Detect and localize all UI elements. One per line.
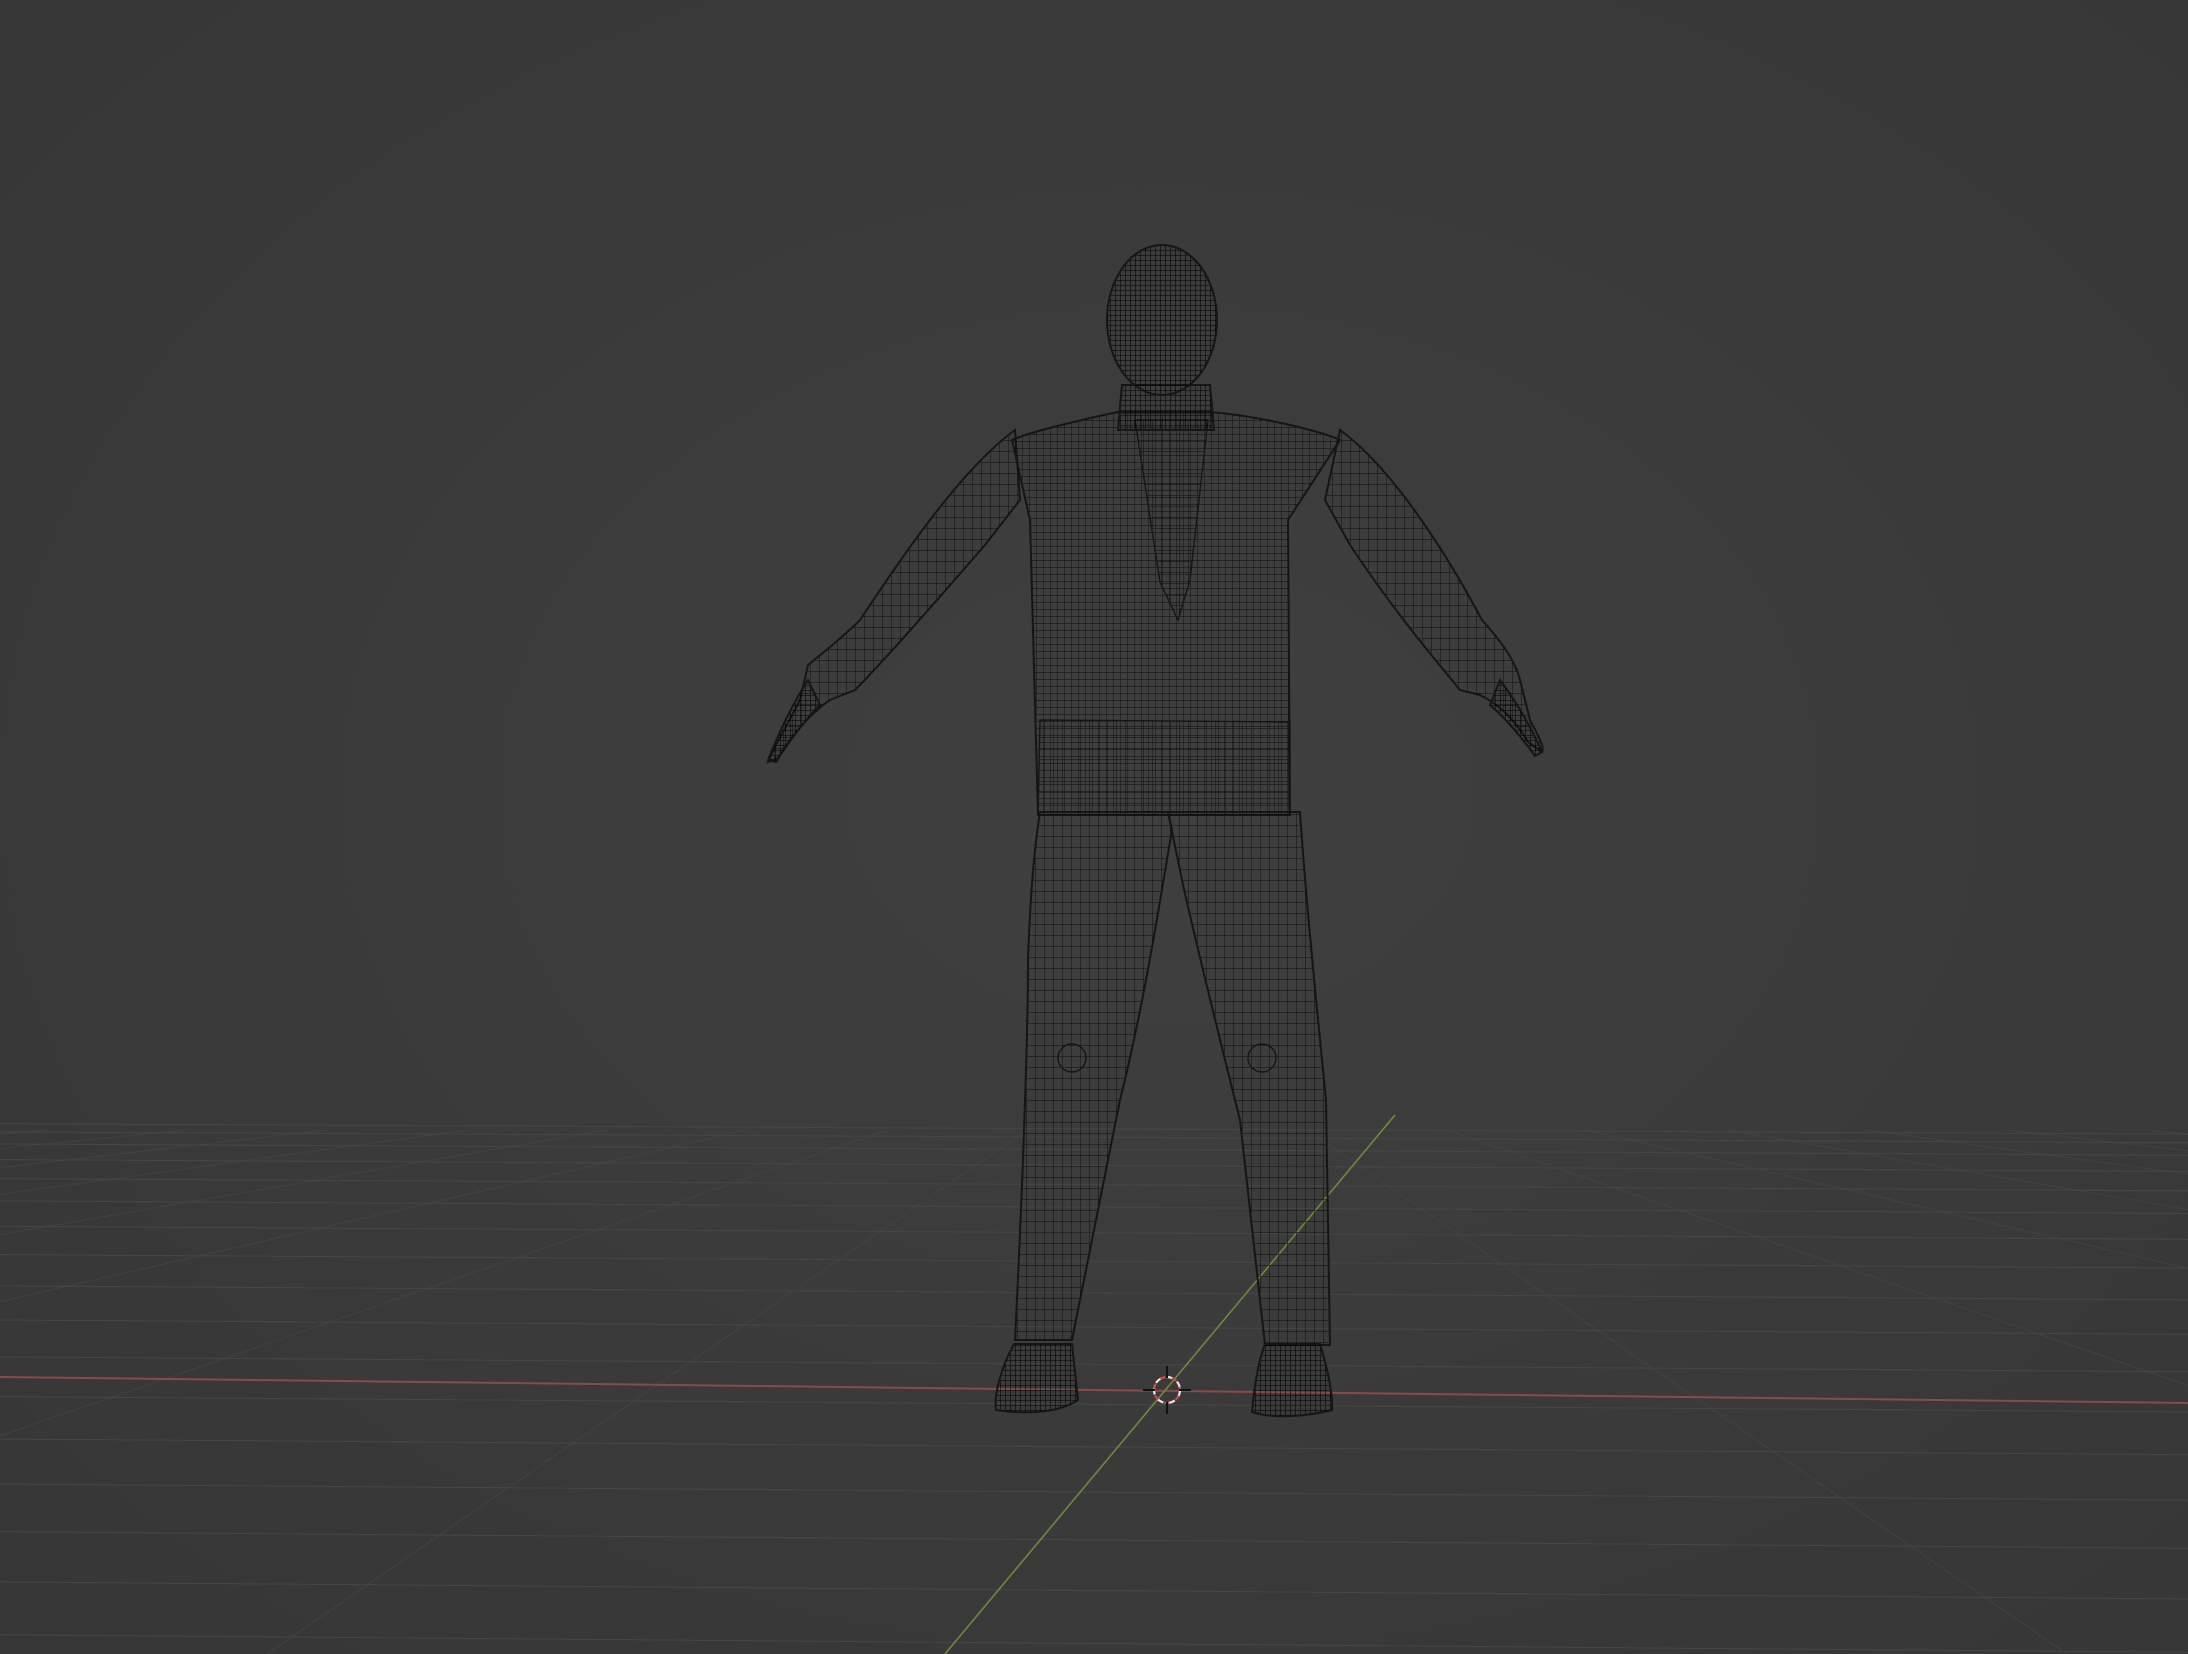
- grid-line: [1306, 1129, 2068, 1654]
- grid-line: [0, 1581, 2188, 1600]
- grid-line: [0, 1356, 2188, 1373]
- grid-line: [0, 1438, 2188, 1456]
- grid-line: [0, 1254, 2188, 1269]
- grid-line: [1446, 1129, 2188, 1386]
- grid-line: [1586, 1129, 2188, 1269]
- right-shoe: [1250, 1343, 1334, 1418]
- grid-line: [266, 1129, 1028, 1654]
- grid-line: [0, 1129, 468, 1195]
- grid-line: [1866, 1129, 2188, 1175]
- left-leg: [1013, 811, 1174, 1341]
- grid-line: [0, 1634, 2188, 1653]
- grid-line: [0, 1285, 2188, 1301]
- character-mesh[interactable]: [766, 244, 1544, 1418]
- jacket-hem: [1037, 719, 1291, 816]
- grid-line: [0, 1129, 328, 1169]
- head: [1106, 244, 1218, 396]
- viewport-canvas[interactable]: [0, 0, 2188, 1654]
- left-shoe: [994, 1343, 1080, 1414]
- grid-line: [0, 1129, 888, 1437]
- grid-line: [2006, 1129, 2188, 1152]
- grid-line: [1726, 1129, 2188, 1210]
- left-hand: [766, 677, 822, 764]
- 3d-viewport[interactable]: [0, 0, 2188, 1654]
- grid-line: [0, 1531, 2188, 1549]
- grid-line: [0, 1483, 2188, 1501]
- grid-line: [0, 1129, 608, 1236]
- grid-line: [0, 1129, 748, 1303]
- right-leg: [1166, 811, 1332, 1346]
- grid-line: [0, 1129, 188, 1149]
- grid-line: [0, 1129, 48, 1135]
